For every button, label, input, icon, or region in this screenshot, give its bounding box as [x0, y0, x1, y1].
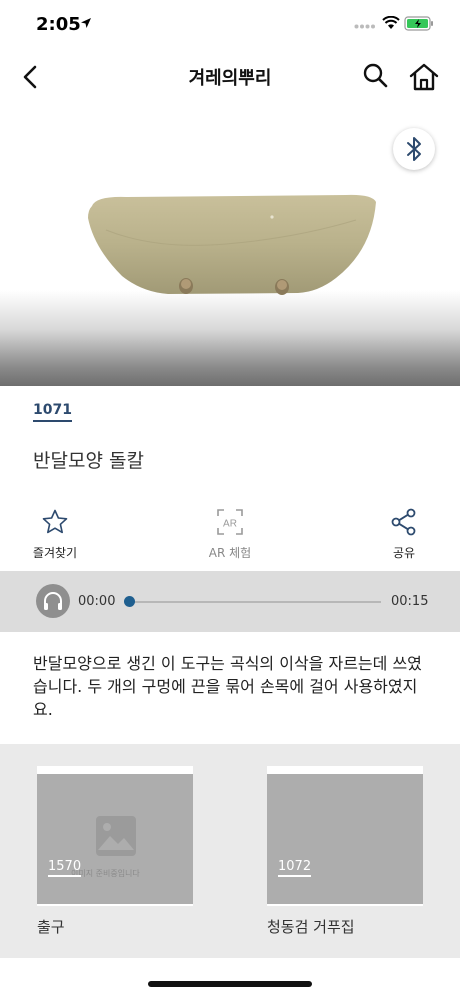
item-number: 1071 [33, 402, 72, 422]
related-title[interactable]: 출구 [37, 916, 65, 937]
ar-label: AR 체험 [208, 546, 252, 560]
artifact-image [0, 104, 460, 386]
bluetooth-icon [407, 137, 421, 161]
item-description: 반달모양으로 생긴 이 도구는 곡식의 이삭을 자르는데 쓰였습니다. 두 개의… [33, 654, 422, 719]
page-title: 겨레의뿌리 [188, 68, 272, 89]
audio-total-time: 00:15 [391, 594, 429, 609]
image-placeholder-icon [96, 816, 136, 856]
ar-experience-button[interactable]: AR AR 체험 [185, 508, 275, 561]
battery-icon [404, 16, 433, 31]
related-card[interactable]: 1072 [267, 766, 423, 906]
related-items: 이미지 준비중입니다 1570 출구 1072 청동검 거푸집 [0, 744, 460, 958]
status-time: 2:05 [36, 14, 81, 35]
headphones-icon [44, 592, 62, 610]
location-arrow-icon [81, 18, 91, 28]
signal-icon [354, 24, 375, 29]
audio-player: 00:00 00:15 [0, 571, 460, 632]
audio-progress-knob[interactable] [124, 596, 135, 607]
star-icon [42, 509, 68, 534]
favorite-button[interactable]: 즐겨찾기 [10, 508, 100, 561]
stone-knife-artifact [88, 194, 376, 295]
share-button[interactable]: 공유 [359, 508, 449, 561]
related-number: 1072 [278, 859, 312, 877]
related-card[interactable]: 이미지 준비중입니다 1570 [37, 766, 193, 906]
share-icon [391, 508, 416, 536]
status-bar: 2:05 [0, 0, 460, 50]
item-title: 반달모양 돌칼 [33, 450, 144, 472]
audio-current-time: 00:00 [78, 594, 116, 609]
related-thumbnail: 이미지 준비중입니다 [37, 774, 193, 904]
related-title[interactable]: 청동검 거푸집 [267, 916, 355, 937]
search-icon[interactable] [362, 62, 388, 90]
audio-play-button[interactable] [36, 584, 70, 618]
home-indicator [148, 981, 312, 987]
home-icon[interactable] [408, 62, 440, 92]
share-label: 공유 [392, 546, 416, 560]
image-placeholder-text: 이미지 준비중입니다 [71, 869, 140, 878]
favorite-label: 즐겨찾기 [32, 546, 78, 560]
related-thumbnail [267, 774, 423, 904]
related-number: 1570 [48, 859, 82, 877]
ar-badge-text: AR [223, 519, 237, 530]
ar-icon: AR [217, 509, 243, 535]
wifi-icon [382, 16, 400, 29]
nav-bar: 겨레의뿌리 [0, 50, 460, 104]
audio-progress-track[interactable] [129, 601, 381, 603]
bluetooth-button[interactable] [393, 128, 435, 170]
action-bar: 즐겨찾기 AR AR 체험 공유 [0, 500, 460, 570]
